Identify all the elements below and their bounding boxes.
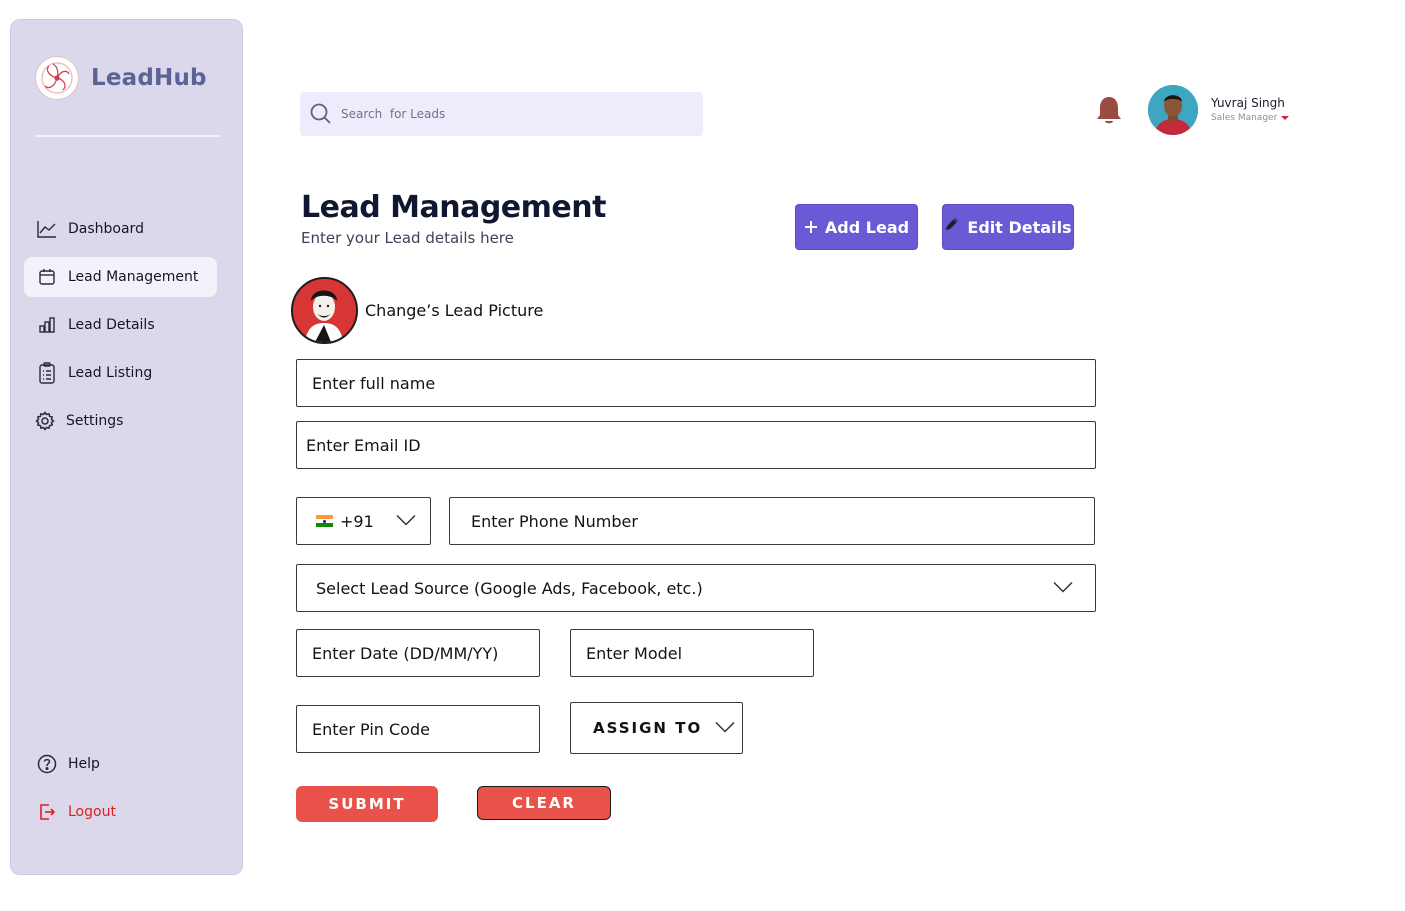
assign-to-label: ASSIGN TO bbox=[593, 719, 703, 737]
sidebar-item-lead-listing[interactable]: Lead Listing bbox=[24, 353, 217, 393]
sidebar-item-lead-details[interactable]: Lead Details bbox=[24, 305, 217, 345]
add-lead-button[interactable]: Add Lead bbox=[795, 204, 918, 250]
pencil-icon bbox=[944, 216, 960, 232]
phone-input[interactable] bbox=[450, 498, 1094, 544]
country-code-select[interactable]: +91 bbox=[296, 497, 431, 545]
lead-picture[interactable] bbox=[291, 277, 358, 344]
sidebar-divider bbox=[35, 135, 220, 137]
avatar[interactable] bbox=[1148, 85, 1198, 135]
edit-details-button[interactable]: Edit Details bbox=[942, 204, 1074, 250]
chevron-down-icon bbox=[715, 719, 735, 738]
lead-source-select[interactable]: Select Lead Source (Google Ads, Facebook… bbox=[296, 564, 1096, 612]
sidebar-item-label: Dashboard bbox=[68, 221, 144, 237]
full-name-input[interactable] bbox=[297, 360, 1095, 406]
pin-code-field[interactable] bbox=[296, 705, 540, 753]
india-flag-icon bbox=[316, 515, 333, 527]
submit-button[interactable]: SUBMIT bbox=[296, 786, 438, 822]
submit-label: SUBMIT bbox=[328, 795, 406, 813]
sidebar-item-dashboard[interactable]: Dashboard bbox=[24, 209, 217, 249]
sidebar-item-label: Lead Management bbox=[68, 269, 199, 285]
search-bar[interactable] bbox=[300, 92, 703, 136]
lead-source-value: Select Lead Source (Google Ads, Facebook… bbox=[316, 578, 703, 598]
assign-to-select[interactable]: ASSIGN TO bbox=[570, 702, 743, 754]
user-name: Yuvraj Singh bbox=[1211, 96, 1285, 110]
calendar-icon bbox=[36, 266, 58, 288]
brand-name: LeadHub bbox=[91, 65, 207, 91]
sidebar-item-label: Lead Listing bbox=[68, 365, 153, 381]
sidebar-item-settings[interactable]: Settings bbox=[24, 401, 217, 441]
chevron-down-icon bbox=[1053, 579, 1073, 598]
leadhub-logo-icon bbox=[35, 56, 79, 100]
bell-icon[interactable] bbox=[1094, 94, 1124, 128]
change-picture-link[interactable]: Change’s Lead Picture bbox=[365, 301, 543, 320]
sidebar-item-logout[interactable]: Logout bbox=[24, 792, 217, 832]
clear-button[interactable]: CLEAR bbox=[477, 786, 611, 820]
search-icon bbox=[308, 101, 334, 127]
date-field[interactable] bbox=[296, 629, 540, 677]
bar-chart-icon bbox=[36, 314, 58, 336]
clipboard-list-icon bbox=[36, 362, 58, 384]
add-lead-label: Add Lead bbox=[824, 217, 910, 237]
gear-icon bbox=[34, 410, 56, 432]
plus-icon bbox=[804, 220, 818, 234]
brand[interactable]: LeadHub bbox=[35, 56, 207, 100]
sidebar-item-label: Lead Details bbox=[68, 317, 155, 333]
phone-field[interactable] bbox=[449, 497, 1095, 545]
email-input[interactable] bbox=[297, 422, 1095, 468]
sidebar-item-lead-management[interactable]: Lead Management bbox=[24, 257, 217, 297]
sidebar-item-help[interactable]: Help bbox=[24, 744, 217, 784]
user-role: Sales Manager bbox=[1211, 113, 1278, 123]
pin-code-input[interactable] bbox=[297, 706, 539, 752]
search-input[interactable] bbox=[341, 107, 681, 121]
sidebar-item-label: Help bbox=[68, 756, 100, 772]
model-input[interactable] bbox=[571, 630, 813, 676]
edit-details-label: Edit Details bbox=[967, 217, 1072, 237]
chevron-down-icon bbox=[396, 512, 416, 531]
page-subtitle: Enter your Lead details here bbox=[301, 229, 514, 247]
chart-line-icon bbox=[36, 218, 58, 240]
logout-icon bbox=[36, 801, 58, 823]
sidebar-item-label: Logout bbox=[68, 804, 116, 820]
caret-down-icon bbox=[1281, 116, 1290, 120]
full-name-field[interactable] bbox=[296, 359, 1096, 407]
sidebar-item-label: Settings bbox=[66, 413, 124, 429]
date-input[interactable] bbox=[297, 630, 539, 676]
help-circle-icon bbox=[36, 753, 58, 775]
user-role-dropdown[interactable]: Sales Manager bbox=[1211, 113, 1290, 123]
email-field[interactable] bbox=[296, 421, 1096, 469]
clear-label: CLEAR bbox=[512, 794, 576, 812]
country-code-value: +91 bbox=[340, 511, 374, 531]
model-field[interactable] bbox=[570, 629, 814, 677]
page-title: Lead Management bbox=[301, 190, 606, 225]
